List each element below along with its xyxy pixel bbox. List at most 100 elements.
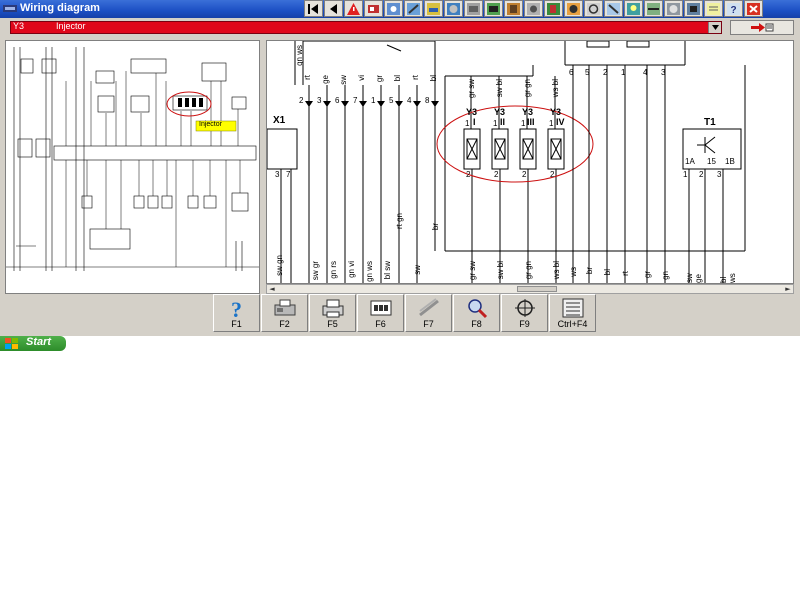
tool-button-5[interactable]: [384, 0, 403, 17]
help-icon: ?: [231, 297, 242, 319]
wire-color-label: rt: [621, 271, 630, 276]
f5-print-button[interactable]: F5: [309, 294, 356, 332]
injector-1-id: Y3: [466, 107, 478, 117]
wire-color-label: rt: [411, 75, 420, 80]
scroll-thumb[interactable]: [517, 286, 557, 292]
f8-zoom-button[interactable]: F8: [453, 294, 500, 332]
windows-logo-icon: [5, 338, 18, 349]
f1-help-button[interactable]: ? F1: [213, 294, 260, 332]
tool-icon: [607, 2, 620, 15]
pin-number: 1: [371, 96, 376, 105]
wire-color-label: br: [585, 267, 594, 275]
tool-button-19[interactable]: [664, 0, 683, 17]
injector-pin-bottom: 2: [466, 170, 471, 179]
f2-label: F2: [279, 319, 290, 329]
dropdown-arrow-button[interactable]: [708, 22, 721, 33]
arrow-right-icon: [751, 23, 774, 32]
goto-component-button[interactable]: [730, 20, 794, 35]
filter-icon: [507, 2, 520, 15]
wire-color-label: gn: [661, 271, 670, 280]
injector-pin-bottom: 2: [550, 170, 555, 179]
wire-color-label: br: [431, 223, 440, 231]
tool-button-18[interactable]: [644, 0, 663, 17]
wire-color-label: gn rs: [329, 261, 338, 279]
pin-number: 2: [299, 96, 304, 105]
f2-fax-button[interactable]: F2: [261, 294, 308, 332]
injector-wire-label: gr gn: [523, 79, 532, 98]
wire-color-label: gr: [643, 271, 652, 279]
tool-button-10[interactable]: [484, 0, 503, 17]
question-icon: ?: [727, 2, 740, 15]
f7-tools-button[interactable]: F7: [405, 294, 452, 332]
engine-icon: [467, 2, 480, 15]
pin-number: 5: [389, 96, 394, 105]
chip-icon: [687, 2, 700, 15]
f9-locate-button[interactable]: F9: [501, 294, 548, 332]
chevron-down-icon: [711, 25, 719, 30]
connector-pin: 6: [569, 68, 574, 77]
tool-button-21[interactable]: [704, 0, 723, 17]
pin-number: 7: [353, 96, 358, 105]
wire-color-label: sw bl: [496, 261, 505, 280]
scroll-right-icon[interactable]: ►: [783, 285, 793, 293]
transistor-pin: 3: [717, 170, 722, 179]
disc-icon: [447, 2, 460, 15]
gauge-icon: [387, 2, 400, 15]
first-page-button[interactable]: [304, 0, 323, 17]
tool-button-13[interactable]: [544, 0, 563, 17]
component-dropdown[interactable]: Y3 Injector: [10, 21, 722, 34]
card-icon: [368, 4, 379, 13]
gear-icon: [527, 2, 540, 15]
tool-button-14[interactable]: [564, 0, 583, 17]
diagram-detail-panel[interactable]: gn ws rt ge sw vi gr bl rt bl 2 3 6 7 1 …: [266, 40, 794, 284]
steering-icon: [587, 2, 600, 15]
wire-color-label: sw: [413, 265, 422, 275]
start-button[interactable]: Start: [0, 336, 66, 351]
close-button[interactable]: [744, 0, 763, 17]
injector-pin-top: 1: [465, 119, 470, 128]
injector-pin-top: 1: [493, 119, 498, 128]
battery-icon: [487, 2, 500, 15]
wire-color-label: bl: [393, 75, 402, 82]
wire-color-label: sw: [339, 75, 348, 85]
tool-button-12[interactable]: [524, 0, 543, 17]
tool-button-11[interactable]: [504, 0, 523, 17]
overview-diagram: [6, 47, 259, 271]
pin-number: 3: [317, 96, 322, 105]
svg-text:?: ?: [231, 297, 242, 319]
top-toolbar: ?: [304, 0, 800, 18]
transistor-pin: 2: [699, 170, 704, 179]
top-wire-label: gn ws: [295, 45, 304, 66]
injector-2-number: II: [500, 117, 506, 127]
ctrl-f4-list-button[interactable]: Ctrl+F4: [549, 294, 596, 332]
tool-button-17[interactable]: [624, 0, 643, 17]
wire-color-label: ws bl: [552, 261, 561, 280]
f6-connector-button[interactable]: F6: [357, 294, 404, 332]
tool-button-15[interactable]: [584, 0, 603, 17]
back-icon: [330, 3, 337, 14]
magnifier-icon: [468, 299, 488, 319]
dial-icon: [667, 2, 680, 15]
tool-button-9[interactable]: [464, 0, 483, 17]
title-bar[interactable]: Wiring diagram ?: [0, 0, 800, 18]
tool-button-22[interactable]: ?: [724, 0, 743, 17]
horizontal-scrollbar[interactable]: ◄ ►: [266, 284, 794, 294]
component-code: Y3: [13, 21, 25, 31]
info-button[interactable]: [364, 0, 383, 17]
connector-pin: 2: [603, 68, 608, 77]
warning-button[interactable]: [344, 0, 363, 17]
diagram-overview-panel[interactable]: Injector: [5, 40, 260, 294]
tool-button-8[interactable]: [444, 0, 463, 17]
car-icon: [427, 2, 440, 15]
f6-label: F6: [375, 319, 386, 329]
wire-color-label: gn vi: [347, 261, 356, 278]
tool-button-6[interactable]: [404, 0, 423, 17]
pin-number: 8: [425, 96, 430, 105]
tool-button-16[interactable]: [604, 0, 623, 17]
connector-id: X1: [273, 115, 286, 126]
previous-button[interactable]: [324, 0, 343, 17]
svg-text:?: ?: [731, 5, 737, 15]
tool-button-7[interactable]: [424, 0, 443, 17]
scroll-left-icon[interactable]: ◄: [267, 285, 277, 293]
tool-button-20[interactable]: [684, 0, 703, 17]
